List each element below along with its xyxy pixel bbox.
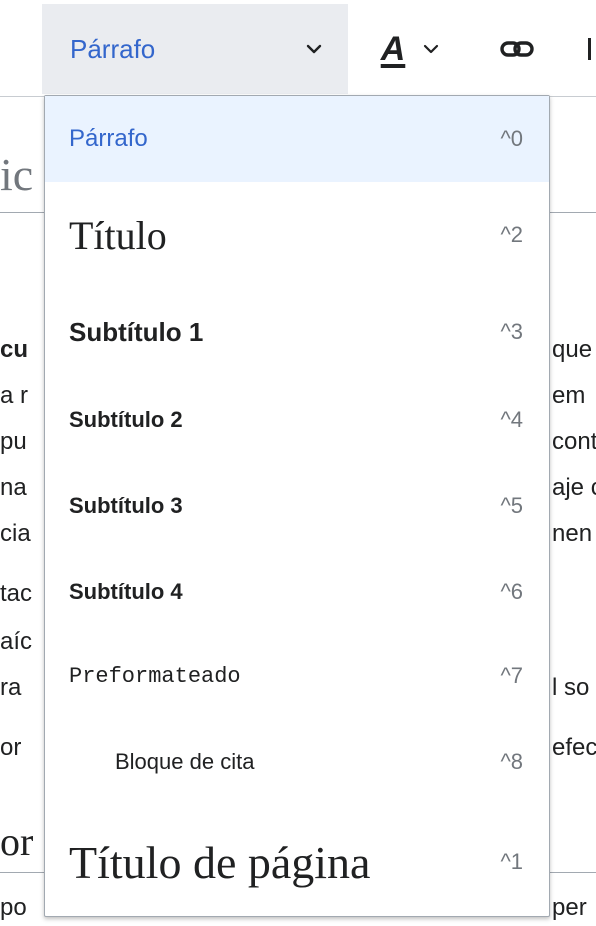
menu-item-label: Subtítulo 1	[69, 316, 204, 347]
menu-item-label: Título de página	[69, 836, 371, 888]
bg-divider	[550, 212, 596, 213]
bg-divider	[550, 872, 596, 873]
menu-item-label: Párrafo	[69, 125, 148, 152]
menu-item-shortcut: ^7	[500, 663, 523, 688]
text-style-button[interactable]: A	[352, 4, 468, 94]
menu-item-label: Preformateado	[69, 663, 241, 689]
bg-text-left: cu	[0, 336, 29, 363]
bg-text-left: ra	[0, 674, 22, 701]
bg-text-right: nen	[552, 520, 593, 547]
chevron-down-icon	[424, 44, 439, 54]
bg-text-left: pu	[0, 428, 27, 455]
menu-item-page-title[interactable]: Título de página ^1	[45, 812, 549, 912]
bg-text-right: l so	[552, 674, 590, 701]
bg-text-left: tac	[0, 580, 33, 607]
menu-item-subheading-4[interactable]: Subtítulo 4 ^6	[45, 548, 549, 636]
bg-text-right: que	[552, 336, 593, 363]
menu-item-shortcut: ^5	[500, 493, 523, 518]
bg-heading-fragment: or	[0, 819, 34, 864]
editor-toolbar: Párrafo A	[0, 0, 596, 97]
bg-text-left: na	[0, 474, 27, 501]
bg-text-left: aíc	[0, 628, 33, 655]
link-icon	[500, 41, 534, 57]
menu-item-subheading-1[interactable]: Subtítulo 1 ^3	[45, 288, 549, 376]
menu-item-shortcut: ^2	[500, 222, 523, 247]
menu-item-subheading-2[interactable]: Subtítulo 2 ^4	[45, 376, 549, 464]
tool-edge-icon	[588, 38, 591, 60]
menu-item-preformatted[interactable]: Preformateado ^7	[45, 632, 549, 720]
more-tools-button[interactable]	[578, 4, 596, 94]
menu-item-label: Título	[69, 212, 167, 258]
menu-item-shortcut: ^6	[500, 579, 523, 604]
paragraph-format-dropdown[interactable]: Párrafo	[42, 4, 348, 94]
menu-item-shortcut: ^3	[500, 319, 523, 344]
menu-item-shortcut: ^4	[500, 407, 523, 432]
menu-item-label: Bloque de cita	[115, 749, 255, 774]
menu-item-shortcut: ^1	[500, 849, 523, 874]
bg-text-right: cont	[552, 428, 596, 455]
bg-text-right: aje c	[552, 474, 596, 501]
bg-divider	[0, 212, 44, 213]
menu-item-label: Subtítulo 3	[69, 493, 183, 518]
bg-divider	[0, 872, 44, 873]
bg-text-left: or	[0, 734, 22, 761]
menu-item-shortcut: ^8	[500, 749, 523, 774]
bg-heading-fragment: ic	[0, 149, 34, 200]
menu-item-subheading-3[interactable]: Subtítulo 3 ^5	[45, 462, 549, 550]
menu-item-shortcut: ^0	[500, 126, 523, 151]
bg-text-left: po	[0, 894, 27, 921]
bg-text-right: per	[552, 894, 587, 921]
menu-item-paragraph[interactable]: Párrafo ^0	[45, 96, 549, 182]
bg-text-right: efec	[552, 734, 596, 761]
bg-text-left: cia	[0, 520, 31, 547]
format-dropdown-label: Párrafo	[70, 33, 156, 64]
chevron-down-icon	[306, 44, 322, 54]
bg-text-left: a r	[0, 382, 29, 409]
text-style-icon: A	[380, 29, 406, 68]
menu-item-blockquote[interactable]: Bloque de cita ^8	[45, 718, 549, 806]
link-button[interactable]	[478, 4, 556, 94]
menu-item-heading[interactable]: Título ^2	[45, 188, 549, 282]
bg-text-right: em	[552, 382, 586, 409]
menu-item-label: Subtítulo 2	[69, 407, 183, 432]
menu-item-label: Subtítulo 4	[69, 579, 183, 604]
paragraph-format-menu: Párrafo ^0 Título ^2 Subtítulo 1 ^3 Subt…	[44, 95, 550, 917]
